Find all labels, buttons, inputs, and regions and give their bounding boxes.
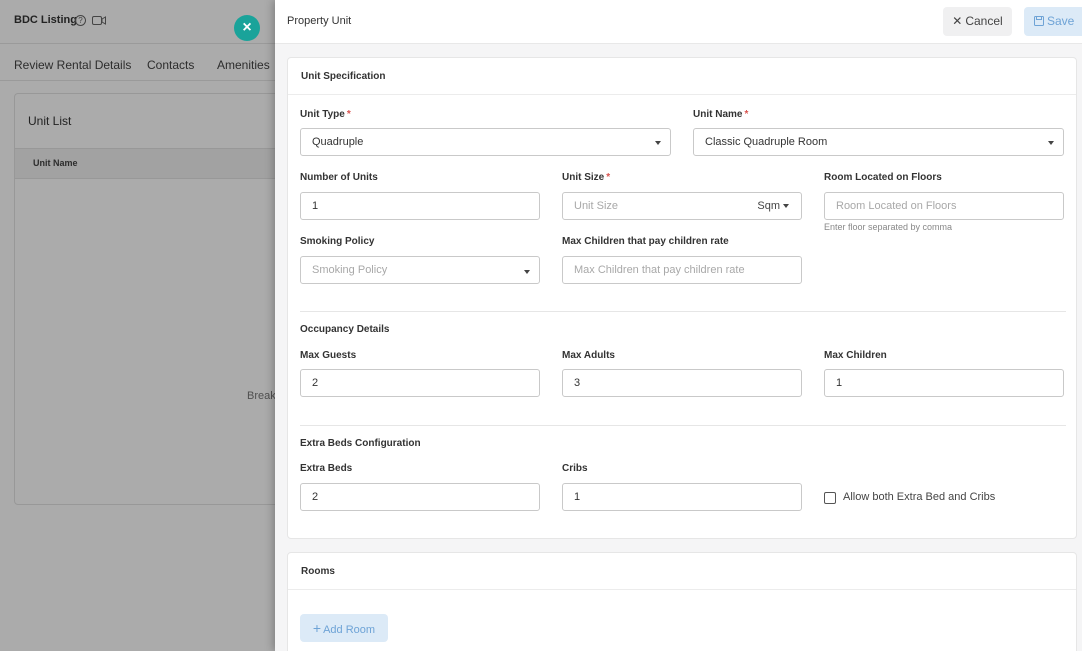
cancel-label: Cancel	[965, 14, 1003, 28]
max-children-input[interactable]: 1	[824, 369, 1064, 397]
floors-label: Room Located on Floors	[824, 172, 942, 183]
cribs-label: Cribs	[562, 463, 588, 474]
drawer-header: Property Unit ✕ Cancel Save	[275, 0, 1082, 44]
max-children-value: 1	[836, 377, 843, 389]
extra-beds-value: 2	[312, 491, 319, 503]
max-guests-value: 2	[312, 377, 319, 389]
max-adults-input[interactable]: 3	[562, 369, 802, 397]
max-guests-label: Max Guests	[300, 350, 357, 361]
chevron-down-icon	[655, 141, 661, 145]
max-children-label: Max Children	[824, 350, 887, 361]
card-header: Unit Specification	[288, 58, 1076, 95]
smoking-policy-label: Smoking Policy	[300, 236, 375, 247]
add-room-button[interactable]: + Add Room	[300, 614, 388, 642]
section-divider	[300, 311, 1066, 312]
cribs-value: 1	[574, 491, 581, 503]
extra-beds-label: Extra Beds	[300, 463, 353, 474]
number-of-units-value: 1	[312, 200, 319, 212]
unit-type-label: Unit Type *	[300, 109, 351, 120]
chevron-down-icon	[1048, 141, 1054, 145]
unit-size-unit-select[interactable]: Sqm	[757, 193, 789, 219]
close-drawer-button[interactable]: ×	[234, 15, 260, 41]
smoking-policy-placeholder: Smoking Policy	[312, 264, 388, 276]
unit-size-label: Unit Size *	[562, 172, 611, 183]
max-children-rate-label: Max Children that pay children rate	[562, 236, 729, 247]
allow-both-label[interactable]: Allow both Extra Bed and Cribs	[843, 491, 995, 503]
section-divider	[300, 425, 1066, 426]
occupancy-details-title: Occupancy Details	[300, 324, 390, 335]
card-header: Rooms	[288, 553, 1076, 590]
extra-beds-input[interactable]: 2	[300, 483, 540, 511]
max-children-rate-input[interactable]: Max Children that pay children rate	[562, 256, 802, 284]
smoking-policy-select[interactable]: Smoking Policy	[300, 256, 540, 284]
rooms-title: Rooms	[301, 566, 335, 577]
save-icon	[1034, 16, 1044, 26]
unit-size-input[interactable]: Unit Size Sqm	[562, 192, 802, 220]
chevron-down-icon	[524, 270, 530, 274]
floors-helper-text: Enter floor separated by comma	[824, 222, 953, 232]
close-icon: ✕	[952, 14, 963, 28]
extra-beds-configuration-title: Extra Beds Configuration	[300, 438, 421, 449]
unit-name-value: Classic Quadruple Room	[705, 136, 828, 148]
max-guests-input[interactable]: 2	[300, 369, 540, 397]
cribs-input[interactable]: 1	[562, 483, 802, 511]
number-of-units-input[interactable]: 1	[300, 192, 540, 220]
drawer-title: Property Unit	[287, 15, 352, 27]
save-button[interactable]: Save	[1024, 7, 1082, 36]
floors-input[interactable]: Room Located on Floors	[824, 192, 1064, 220]
unit-name-select[interactable]: Classic Quadruple Room	[693, 128, 1064, 156]
floors-placeholder: Room Located on Floors	[836, 200, 957, 212]
add-room-label: Add Room	[323, 624, 376, 636]
number-of-units-label: Number of Units	[300, 172, 378, 183]
max-adults-value: 3	[574, 377, 581, 389]
rooms-card: Rooms + Add Room	[287, 552, 1077, 651]
allow-both-checkbox[interactable]	[824, 492, 836, 504]
max-children-rate-placeholder: Max Children that pay children rate	[574, 264, 745, 276]
max-adults-label: Max Adults	[562, 350, 615, 361]
unit-size-placeholder: Unit Size	[574, 200, 619, 212]
unit-name-label: Unit Name *	[693, 109, 749, 120]
property-unit-drawer: Property Unit ✕ Cancel Save Unit Specific…	[275, 0, 1082, 651]
save-label: Save	[1047, 14, 1075, 28]
chevron-down-icon	[783, 204, 789, 209]
unit-type-select[interactable]: Quadruple	[300, 128, 671, 156]
unit-specification-card: Unit Specification Unit Type * Quadruple …	[287, 57, 1077, 539]
cancel-button[interactable]: ✕ Cancel	[943, 7, 1012, 36]
unit-specification-title: Unit Specification	[301, 71, 386, 82]
unit-type-value: Quadruple	[312, 136, 364, 148]
plus-icon: +	[312, 620, 322, 636]
